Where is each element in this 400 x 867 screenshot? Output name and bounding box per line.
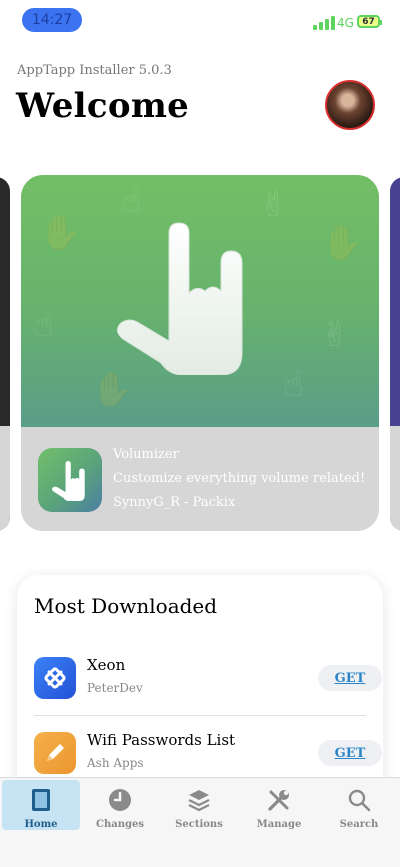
volumizer-app-icon [38, 448, 102, 512]
section-title: Most Downloaded [34, 594, 218, 618]
tab-label: Search [339, 819, 379, 830]
battery-icon: 67 [357, 15, 382, 28]
tab-search[interactable]: Search [320, 780, 398, 830]
featured-name: Volumizer [113, 447, 179, 462]
app-developer: PeterDev [87, 681, 143, 695]
previous-featured-card[interactable] [0, 177, 10, 531]
tab-home[interactable]: Home [2, 780, 80, 830]
tab-label: Manage [256, 819, 302, 830]
tab-sections[interactable]: Sections [160, 780, 238, 830]
signal-icon [313, 14, 335, 30]
tab-manage[interactable]: Manage [240, 780, 318, 830]
list-item[interactable]: Xeon PeterDev GET [34, 656, 382, 717]
tab-label: Home [24, 819, 58, 830]
installer-version: AppTapp Installer 5.0.3 [17, 63, 172, 78]
search-icon [348, 789, 371, 812]
tab-label: Sections [175, 819, 223, 830]
app-developer: Ash Apps [87, 756, 144, 770]
featured-banner: ✋ ☝ ✌ ✋ ☝ ✌ ✋ ☝ [21, 175, 379, 427]
pencil-icon [34, 732, 76, 774]
status-bar: 14:27 4G 67 [0, 0, 400, 44]
featured-developer: SynnyG_R - Packix [113, 495, 236, 510]
xeon-icon [34, 657, 76, 699]
page-title: Welcome [16, 86, 190, 126]
rock-hand-icon [52, 461, 85, 501]
tab-changes[interactable]: Changes [81, 780, 159, 830]
app-name: Xeon [87, 656, 126, 674]
get-button[interactable]: GET [318, 740, 382, 766]
featured-info: Volumizer Customize everything volume re… [21, 427, 379, 531]
tab-label: Changes [96, 819, 144, 830]
avatar[interactable] [325, 80, 375, 130]
clock-icon [109, 789, 131, 811]
tools-icon [268, 790, 289, 811]
status-time: 14:27 [22, 8, 82, 32]
home-icon [32, 789, 50, 811]
battery-level: 67 [362, 16, 375, 27]
featured-description: Customize everything volume related! [113, 471, 366, 486]
divider [34, 715, 366, 716]
network-type: 4G [337, 16, 354, 30]
tab-bar: Home Changes Sections Manage Search [0, 777, 400, 867]
app-name: Wifi Passwords List [87, 731, 236, 749]
get-button[interactable]: GET [318, 665, 382, 691]
featured-card[interactable]: ✋ ☝ ✌ ✋ ☝ ✌ ✋ ☝ Volumizer Customize ever… [21, 175, 379, 531]
rock-hand-icon [117, 222, 243, 375]
next-featured-card[interactable] [390, 177, 400, 531]
layers-icon [188, 790, 210, 812]
